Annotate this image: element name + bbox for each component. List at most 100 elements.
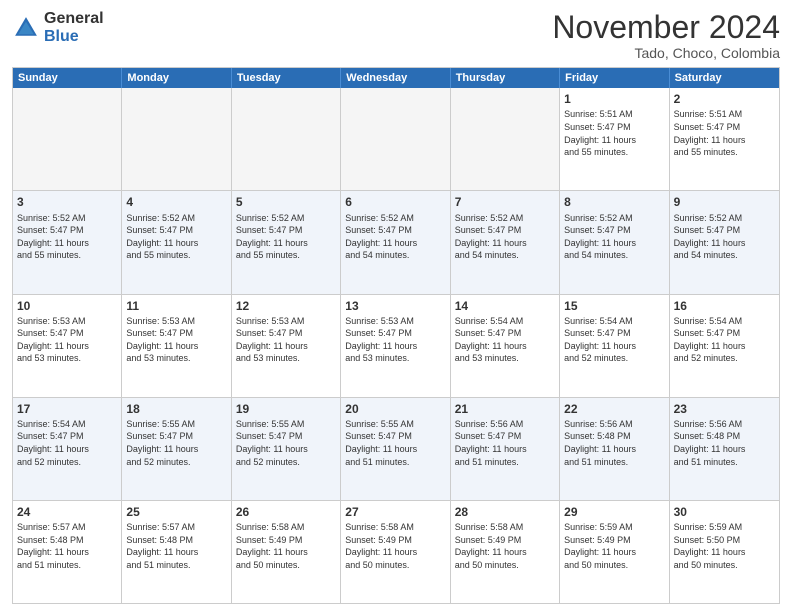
title-block: November 2024 Tado, Choco, Colombia xyxy=(552,10,780,61)
cell-info: Sunrise: 5:57 AM Sunset: 5:48 PM Dayligh… xyxy=(126,521,226,571)
calendar-header: SundayMondayTuesdayWednesdayThursdayFrid… xyxy=(13,68,779,88)
calendar-row: 24Sunrise: 5:57 AM Sunset: 5:48 PM Dayli… xyxy=(13,501,779,603)
calendar-cell: 4 Sunrise: 5:52 AM Sunset: 5:47 PM Daylig… xyxy=(122,191,231,293)
logo-text: General Blue xyxy=(44,10,104,45)
cell-info: Sunrise: 5:55 AM Sunset: 5:47 PM Dayligh… xyxy=(345,418,445,468)
weekday-header: Thursday xyxy=(451,68,560,88)
weekday-header: Friday xyxy=(560,68,669,88)
calendar-cell: 15Sunrise: 5:54 AM Sunset: 5:47 PM Dayli… xyxy=(560,295,669,397)
cell-info: Sunrise: 5:53 AM Sunset: 5:47 PM Dayligh… xyxy=(236,315,336,365)
logo: General Blue xyxy=(12,10,104,45)
calendar-cell: 19Sunrise: 5:55 AM Sunset: 5:47 PM Dayli… xyxy=(232,398,341,500)
day-number: 9 xyxy=(674,194,775,210)
day-number: 3 xyxy=(17,194,117,210)
cell-info: Sunrise: 5:54 AM Sunset: 5:47 PM Dayligh… xyxy=(455,315,555,365)
header: General Blue November 2024 Tado, Choco, … xyxy=(12,10,780,61)
calendar-cell: 2Sunrise: 5:51 AM Sunset: 5:47 PM Daylig… xyxy=(670,88,779,190)
calendar-cell: 25Sunrise: 5:57 AM Sunset: 5:48 PM Dayli… xyxy=(122,501,231,603)
cell-info: Sunrise: 5:52 AM Sunset: 5:47 PM Dayligh… xyxy=(17,212,117,262)
cell-info: Sunrise: 5:52 AM Sunset: 5:47 PM Dayligh… xyxy=(126,212,226,262)
calendar-cell: 27Sunrise: 5:58 AM Sunset: 5:49 PM Dayli… xyxy=(341,501,450,603)
day-number: 8 xyxy=(564,194,664,210)
calendar-cell: 14Sunrise: 5:54 AM Sunset: 5:47 PM Dayli… xyxy=(451,295,560,397)
cell-info: Sunrise: 5:53 AM Sunset: 5:47 PM Dayligh… xyxy=(126,315,226,365)
calendar-cell xyxy=(341,88,450,190)
cell-info: Sunrise: 5:58 AM Sunset: 5:49 PM Dayligh… xyxy=(236,521,336,571)
day-number: 10 xyxy=(17,298,117,314)
cell-info: Sunrise: 5:56 AM Sunset: 5:47 PM Dayligh… xyxy=(455,418,555,468)
calendar-cell: 1Sunrise: 5:51 AM Sunset: 5:47 PM Daylig… xyxy=(560,88,669,190)
calendar-cell: 3 Sunrise: 5:52 AM Sunset: 5:47 PM Daylig… xyxy=(13,191,122,293)
day-number: 11 xyxy=(126,298,226,314)
weekday-header: Monday xyxy=(122,68,231,88)
calendar-cell: 20Sunrise: 5:55 AM Sunset: 5:47 PM Dayli… xyxy=(341,398,450,500)
day-number: 1 xyxy=(564,91,664,107)
calendar-cell: 6 Sunrise: 5:52 AM Sunset: 5:47 PM Daylig… xyxy=(341,191,450,293)
weekday-header: Sunday xyxy=(13,68,122,88)
day-number: 15 xyxy=(564,298,664,314)
day-number: 24 xyxy=(17,504,117,520)
calendar-body: 1Sunrise: 5:51 AM Sunset: 5:47 PM Daylig… xyxy=(13,88,779,603)
day-number: 19 xyxy=(236,401,336,417)
day-number: 20 xyxy=(345,401,445,417)
day-number: 2 xyxy=(674,91,775,107)
calendar-cell: 23Sunrise: 5:56 AM Sunset: 5:48 PM Dayli… xyxy=(670,398,779,500)
day-number: 13 xyxy=(345,298,445,314)
day-number: 14 xyxy=(455,298,555,314)
cell-info: Sunrise: 5:58 AM Sunset: 5:49 PM Dayligh… xyxy=(455,521,555,571)
calendar-cell: 21Sunrise: 5:56 AM Sunset: 5:47 PM Dayli… xyxy=(451,398,560,500)
day-number: 4 xyxy=(126,194,226,210)
page: General Blue November 2024 Tado, Choco, … xyxy=(0,0,792,612)
calendar-cell xyxy=(13,88,122,190)
calendar-cell: 17Sunrise: 5:54 AM Sunset: 5:47 PM Dayli… xyxy=(13,398,122,500)
cell-info: Sunrise: 5:55 AM Sunset: 5:47 PM Dayligh… xyxy=(126,418,226,468)
day-number: 26 xyxy=(236,504,336,520)
cell-info: Sunrise: 5:53 AM Sunset: 5:47 PM Dayligh… xyxy=(17,315,117,365)
calendar-cell: 22Sunrise: 5:56 AM Sunset: 5:48 PM Dayli… xyxy=(560,398,669,500)
calendar-cell: 7Sunrise: 5:52 AM Sunset: 5:47 PM Daylig… xyxy=(451,191,560,293)
day-number: 6 xyxy=(345,194,445,210)
cell-info: Sunrise: 5:59 AM Sunset: 5:49 PM Dayligh… xyxy=(564,521,664,571)
cell-info: Sunrise: 5:51 AM Sunset: 5:47 PM Dayligh… xyxy=(674,108,775,158)
cell-info: Sunrise: 5:52 AM Sunset: 5:47 PM Dayligh… xyxy=(564,212,664,262)
day-number: 12 xyxy=(236,298,336,314)
calendar-cell: 30Sunrise: 5:59 AM Sunset: 5:50 PM Dayli… xyxy=(670,501,779,603)
logo-blue: Blue xyxy=(44,28,104,46)
cell-info: Sunrise: 5:59 AM Sunset: 5:50 PM Dayligh… xyxy=(674,521,775,571)
cell-info: Sunrise: 5:58 AM Sunset: 5:49 PM Dayligh… xyxy=(345,521,445,571)
calendar-cell: 24Sunrise: 5:57 AM Sunset: 5:48 PM Dayli… xyxy=(13,501,122,603)
calendar-cell: 18Sunrise: 5:55 AM Sunset: 5:47 PM Dayli… xyxy=(122,398,231,500)
cell-info: Sunrise: 5:55 AM Sunset: 5:47 PM Dayligh… xyxy=(236,418,336,468)
day-number: 18 xyxy=(126,401,226,417)
month-title: November 2024 xyxy=(552,10,780,45)
day-number: 21 xyxy=(455,401,555,417)
cell-info: Sunrise: 5:51 AM Sunset: 5:47 PM Dayligh… xyxy=(564,108,664,158)
day-number: 5 xyxy=(236,194,336,210)
logo-general: General xyxy=(44,10,104,28)
day-number: 23 xyxy=(674,401,775,417)
calendar-cell: 8 Sunrise: 5:52 AM Sunset: 5:47 PM Daylig… xyxy=(560,191,669,293)
weekday-header: Saturday xyxy=(670,68,779,88)
calendar-cell: 11Sunrise: 5:53 AM Sunset: 5:47 PM Dayli… xyxy=(122,295,231,397)
calendar-cell: 29Sunrise: 5:59 AM Sunset: 5:49 PM Dayli… xyxy=(560,501,669,603)
cell-info: Sunrise: 5:53 AM Sunset: 5:47 PM Dayligh… xyxy=(345,315,445,365)
day-number: 30 xyxy=(674,504,775,520)
calendar-cell: 28Sunrise: 5:58 AM Sunset: 5:49 PM Dayli… xyxy=(451,501,560,603)
day-number: 29 xyxy=(564,504,664,520)
cell-info: Sunrise: 5:57 AM Sunset: 5:48 PM Dayligh… xyxy=(17,521,117,571)
calendar-cell: 10Sunrise: 5:53 AM Sunset: 5:47 PM Dayli… xyxy=(13,295,122,397)
cell-info: Sunrise: 5:52 AM Sunset: 5:47 PM Dayligh… xyxy=(455,212,555,262)
calendar-cell: 16Sunrise: 5:54 AM Sunset: 5:47 PM Dayli… xyxy=(670,295,779,397)
calendar-cell xyxy=(451,88,560,190)
day-number: 22 xyxy=(564,401,664,417)
calendar-cell: 13Sunrise: 5:53 AM Sunset: 5:47 PM Dayli… xyxy=(341,295,450,397)
cell-info: Sunrise: 5:54 AM Sunset: 5:47 PM Dayligh… xyxy=(17,418,117,468)
day-number: 28 xyxy=(455,504,555,520)
location: Tado, Choco, Colombia xyxy=(552,45,780,61)
calendar-row: 3 Sunrise: 5:52 AM Sunset: 5:47 PM Daylig… xyxy=(13,191,779,294)
day-number: 27 xyxy=(345,504,445,520)
calendar-row: 17Sunrise: 5:54 AM Sunset: 5:47 PM Dayli… xyxy=(13,398,779,501)
weekday-header: Tuesday xyxy=(232,68,341,88)
calendar: SundayMondayTuesdayWednesdayThursdayFrid… xyxy=(12,67,780,604)
cell-info: Sunrise: 5:52 AM Sunset: 5:47 PM Dayligh… xyxy=(345,212,445,262)
